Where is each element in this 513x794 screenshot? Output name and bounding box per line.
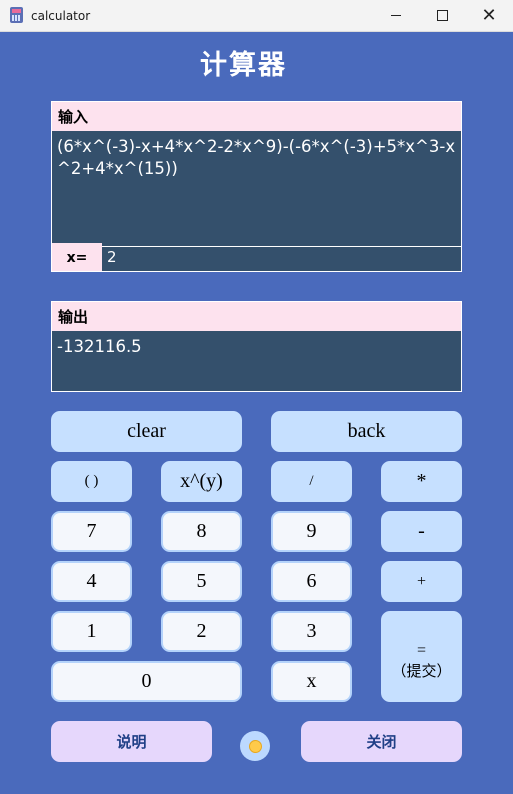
digit-8-button[interactable]: 8 — [161, 511, 242, 552]
digit-3-button[interactable]: 3 — [271, 611, 352, 652]
submit-label: （提交） — [391, 661, 452, 680]
back-button[interactable]: back — [271, 411, 462, 452]
status-dot-icon — [248, 739, 262, 753]
power-button[interactable]: x^(y) — [161, 461, 242, 502]
title-bar: calculator ✕ — [0, 0, 513, 32]
digit-4-button[interactable]: 4 — [51, 561, 132, 602]
digit-6-button[interactable]: 6 — [271, 561, 352, 602]
input-label: 输入 — [52, 102, 461, 131]
clear-button[interactable]: clear — [51, 411, 242, 452]
status-indicator — [240, 731, 270, 761]
equals-submit-button[interactable]: = （提交） — [381, 611, 462, 702]
x-value-input[interactable]: 2 — [103, 243, 459, 271]
output-value: -132116.5 — [57, 337, 142, 356]
divide-button[interactable]: / — [271, 461, 352, 502]
digit-9-button[interactable]: 9 — [271, 511, 352, 552]
x-value-label: x= — [52, 243, 102, 271]
output-panel: 输出 -132116.5 — [51, 301, 462, 392]
parentheses-button[interactable]: ( ) — [51, 461, 132, 502]
calculator-app-icon — [10, 7, 23, 23]
help-button[interactable]: 说明 — [51, 721, 212, 762]
window-title: calculator — [31, 9, 91, 23]
digit-5-button[interactable]: 5 — [161, 561, 242, 602]
close-button[interactable]: 关闭 — [301, 721, 462, 762]
minimize-icon — [391, 15, 401, 16]
close-icon: ✕ — [481, 4, 497, 26]
equals-label: = — [416, 641, 427, 659]
multiply-button[interactable]: * — [381, 461, 462, 502]
variable-x-button[interactable]: x — [271, 661, 352, 702]
maximize-icon — [436, 10, 448, 21]
page-title: 计算器 — [200, 50, 287, 81]
minimize-button[interactable] — [373, 0, 419, 31]
digit-7-button[interactable]: 7 — [51, 511, 132, 552]
output-label: 输出 — [52, 302, 461, 331]
digit-0-button[interactable]: 0 — [51, 661, 242, 702]
close-window-button[interactable]: ✕ — [466, 0, 512, 31]
input-panel: 输入 (6*x^(-3)-x+4*x^2-2*x^9)-(-6*x^(-3)+5… — [51, 101, 462, 272]
minus-button[interactable]: - — [381, 511, 462, 552]
plus-button[interactable]: + — [381, 561, 462, 602]
maximize-button[interactable] — [419, 0, 465, 31]
expression-input[interactable]: (6*x^(-3)-x+4*x^2-2*x^9)-(-6*x^(-3)+5*x^… — [52, 132, 462, 247]
digit-1-button[interactable]: 1 — [51, 611, 132, 652]
digit-2-button[interactable]: 2 — [161, 611, 242, 652]
